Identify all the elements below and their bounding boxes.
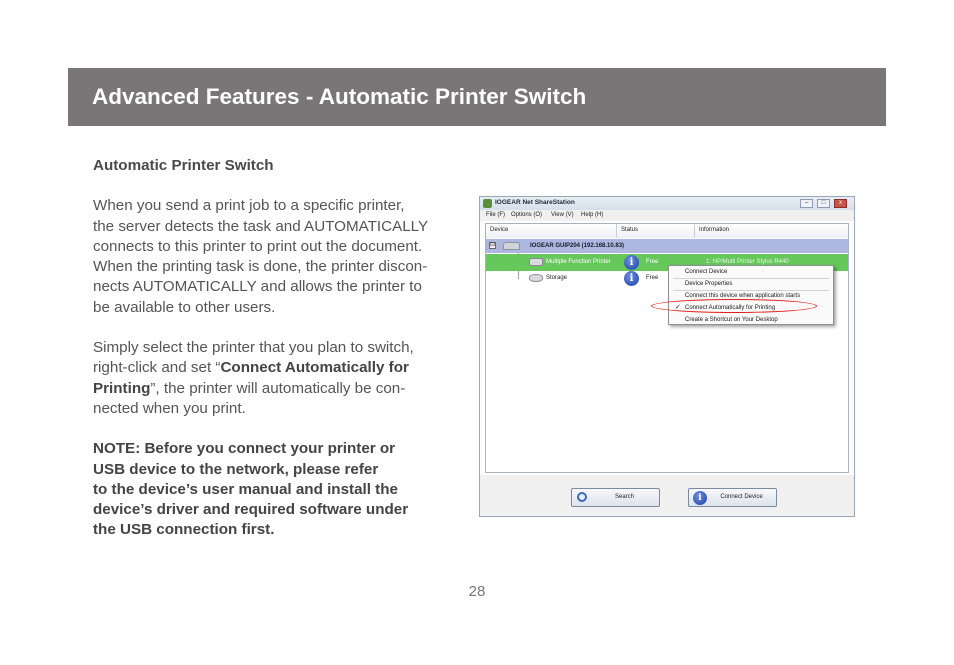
info-icon[interactable]: i [624,271,639,286]
device-list: Device Status Information ⊟ IOGEAR GUIP2… [485,223,849,473]
body-text: Automatic Printer Switch When you send a… [93,156,461,561]
search-button[interactable]: Search [571,488,660,507]
text-run: right-click and set “ [93,359,221,377]
collapse-icon[interactable]: ⊟ [489,242,496,249]
menu-help[interactable]: Help (H) [581,212,603,218]
text-run: ”, the printer will automatically be con… [150,379,406,397]
column-label: Device [490,227,509,233]
note-line: to the device’s user manual and install … [93,480,398,498]
note-line: USB device to the network, please refer [93,460,379,478]
context-menu: Connect Device Device Properties Connect… [651,265,834,325]
note-line: the USB connection first. [93,521,275,539]
menu-divider [673,278,829,279]
info-icon[interactable]: i [624,255,639,270]
device-status: Free [646,275,659,281]
text-line: connects to this printer to print out th… [93,237,423,255]
close-button[interactable]: x [834,199,847,208]
server-label: IOGEAR GUIP204 (192.168.10.83) [530,243,625,249]
menu-bar: File (F) Options (O) View (V) Help (H) [480,210,854,221]
app-icon [483,199,492,208]
page-title: Advanced Features - Automatic Printer Sw… [92,84,587,109]
text-line: Printing”, the printer will automaticall… [93,379,461,399]
column-header-status[interactable]: Status [617,224,695,238]
emphasis-text: Connect Automatically for [220,359,409,377]
menu-options[interactable]: Options (O) [511,212,542,218]
storage-icon [529,274,543,282]
section-subheading: Automatic Printer Switch [93,157,274,174]
connect-device-button[interactable]: i Connect Device [688,488,777,507]
emphasis-text: Printing [93,379,151,397]
column-label: Status [621,227,639,233]
window-title: IOGEAR Net ShareStation [495,199,575,206]
column-label: Information [699,227,730,233]
menu-divider [673,290,829,291]
button-bar: Search i Connect Device [480,475,854,516]
info-icon: i [693,491,707,505]
menu-view[interactable]: View (V) [551,212,574,218]
device-status: Free [646,259,659,265]
menu-item-create-shortcut[interactable]: Create a Shortcut on Your Desktop [685,317,778,323]
window-titlebar: IOGEAR Net ShareStation – □ x [480,197,854,210]
text-line: nected when you print. [93,399,246,417]
page-number: 28 [468,583,486,600]
device-label: Multiple Function Printer [546,259,611,265]
server-row[interactable]: ⊟ IOGEAR GUIP204 (192.168.10.83) [486,239,848,253]
note-line: device’s driver and required software un… [93,501,409,519]
menu-file[interactable]: File (F) [486,212,505,218]
button-label: Search [614,494,634,500]
text-line: right-click and set “Connect Automatical… [93,358,461,378]
menu-item-connect-device[interactable]: Connect Device [685,269,727,275]
button-label: Connect Device [720,494,763,500]
paragraph-instructions: Simply select the printer that you plan … [93,338,461,419]
maximize-button[interactable]: □ [817,199,830,208]
header-banner: Advanced Features - Automatic Printer Sw… [68,68,886,126]
paragraph-intro: When you send a print job to a specific … [93,196,461,318]
search-icon [577,492,587,502]
server-icon [503,242,520,250]
menu-item-device-properties[interactable]: Device Properties [685,281,732,287]
text-line: nects AUTOMATICALLY and allows the print… [93,278,422,296]
highlight-ellipse [651,299,817,313]
text-line: Simply select the printer that you plan … [93,339,414,357]
printer-icon [529,258,543,266]
app-window-screenshot: IOGEAR Net ShareStation – □ x File (F) O… [479,196,855,517]
column-header-device[interactable]: Device [486,224,617,238]
note-paragraph: NOTE: Before you connect your printer or… [93,439,461,540]
text-line: When the printing task is done, the prin… [93,258,428,276]
column-header-information[interactable]: Information [695,224,848,238]
text-line: When you send a print job to a specific … [93,197,405,215]
text-line: be available to other users. [93,298,276,316]
note-line: NOTE: Before you connect your printer or [93,440,396,458]
device-label: Storage [546,275,568,281]
minimize-button[interactable]: – [800,199,813,208]
text-line: the server detects the task and AUTOMATI… [93,217,429,235]
